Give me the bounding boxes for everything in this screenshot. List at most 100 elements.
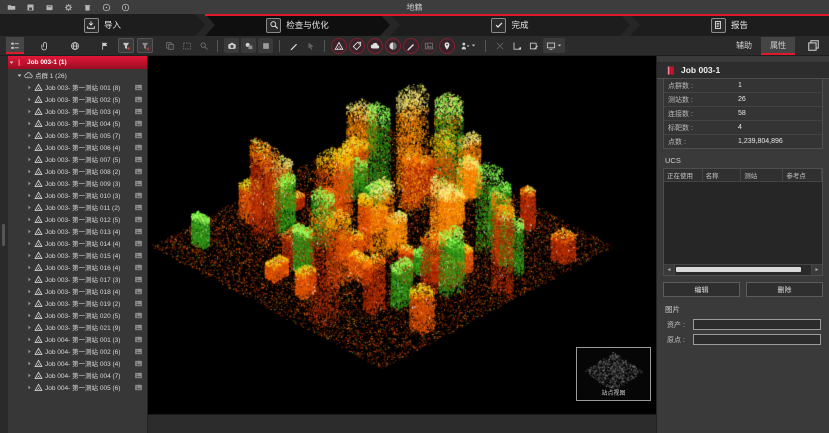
photo-thumb-icon[interactable] [133,287,143,296]
axes-icon[interactable] [509,38,524,53]
scrollbar-track[interactable] [675,265,811,275]
tree-caret-icon[interactable] [26,168,34,175]
scroll-left-icon[interactable]: ◄ [664,265,675,275]
user-view-icon[interactable] [457,38,479,53]
image-icon[interactable] [421,38,437,54]
tree-item-station-26[interactable]: Job 004- 第一测站 005 (6) [8,381,147,393]
photo-thumb-icon[interactable] [133,107,143,116]
cloud-icon[interactable] [367,38,383,54]
menu-save-icon[interactable] [25,2,35,12]
tree-item-point-group[interactable]: 点群 1 (26) [8,69,147,81]
tree-item-station-21[interactable]: Job 003- 第一测站 021 (9) [8,321,147,333]
tree-item-station-9[interactable]: Job 003- 第一测站 009 (3) [8,177,147,189]
tree-item-station-15[interactable]: Job 003- 第一测站 015 (4) [8,249,147,261]
tree-caret-icon[interactable] [26,108,34,115]
cut-icon[interactable] [492,38,507,53]
tree-item-station-25[interactable]: Job 004- 第一测站 004 (7) [8,369,147,381]
ucs-table-body[interactable] [664,182,822,264]
tree-item-station-16[interactable]: Job 003- 第一测站 016 (4) [8,261,147,273]
photo-thumb-icon[interactable] [133,143,143,152]
asset-input[interactable] [693,319,821,330]
layout-windows-button[interactable] [803,38,823,54]
menu-trash-icon[interactable] [82,2,92,12]
tree-item-station-6[interactable]: Job 003- 第一测站 006 (4) [8,141,147,153]
left-collapse-strip[interactable] [0,56,8,433]
ucs-column-header[interactable]: 参考点 [783,169,822,181]
tree-caret-icon[interactable] [26,192,34,199]
photo-thumb-icon[interactable] [133,131,143,140]
tree-item-station-13[interactable]: Job 003- 第一测站 013 (4) [8,225,147,237]
tree-caret-icon[interactable] [26,372,34,379]
tree-item-station-19[interactable]: Job 003- 第一测站 019 (2) [8,297,147,309]
tree-item-station-1[interactable]: Job 003- 第一测站 001 (8) [8,81,147,93]
menu-settings-gear-icon[interactable] [63,2,73,12]
tree-item-station-10[interactable]: Job 003- 第一测站 010 (3) [8,189,147,201]
panel-tab-辅助[interactable]: 辅助 [727,37,761,55]
photo-thumb-icon[interactable] [133,215,143,224]
tree-tab-flag-icon[interactable] [96,37,114,54]
tree-caret-icon[interactable] [26,348,34,355]
photo-thumb-icon[interactable] [133,167,143,176]
tree-item-station-18[interactable]: Job 003- 第一测站 018 (4) [8,285,147,297]
tree-item-station-24[interactable]: Job 004- 第一测站 003 (4) [8,357,147,369]
pick-cursor-icon[interactable] [303,38,318,53]
photo-thumb-icon[interactable] [133,359,143,368]
workflow-step-3[interactable]: 完成 [390,14,630,36]
photo-thumb-icon[interactable] [133,83,143,92]
tree-caret-icon[interactable] [26,144,34,151]
panel-resize-handle[interactable] [2,224,5,246]
shapes-icon[interactable] [241,38,256,53]
photo-thumb-icon[interactable] [133,383,143,392]
photo-thumb-icon[interactable] [133,191,143,200]
tree-caret-icon[interactable] [26,312,34,319]
tree-item-station-20[interactable]: Job 003- 第一测站 020 (5) [8,309,147,321]
tag-icon[interactable] [349,38,365,54]
ucs-delete-button[interactable]: 删除 [746,282,823,297]
tree-caret-icon[interactable] [26,276,34,283]
menu-help-icon[interactable] [101,2,111,12]
tree-caret-icon[interactable] [26,204,34,211]
location-pin-icon[interactable] [439,38,455,54]
tree-caret-icon[interactable] [26,288,34,295]
minimap[interactable]: 站点视图 [576,347,651,401]
tree-caret-icon[interactable] [26,384,34,391]
tree-caret-icon[interactable] [8,59,16,66]
ucs-horizontal-scrollbar[interactable]: ◄ ► [664,264,822,275]
filter-show-icon[interactable] [118,38,134,53]
tree-caret-icon[interactable] [26,240,34,247]
tree-caret-icon[interactable] [26,252,34,259]
origin-input[interactable] [693,334,821,345]
tree-item-station-17[interactable]: Job 003- 第一测站 017 (3) [8,273,147,285]
tree-item-station-11[interactable]: Job 003- 第一测站 011 (2) [8,201,147,213]
workflow-step-1[interactable]: 导入 [0,14,205,36]
display-mode-icon[interactable] [543,38,565,53]
tree-item-station-5[interactable]: Job 003- 第一测站 005 (7) [8,129,147,141]
photo-thumb-icon[interactable] [133,371,143,380]
rect-select-icon[interactable] [179,38,194,53]
3d-viewport[interactable]: 站点视图 [148,56,656,433]
photo-thumb-icon[interactable] [133,251,143,260]
cube-icon[interactable] [258,38,273,53]
tree-item-station-12[interactable]: Job 003- 第一测站 012 (5) [8,213,147,225]
tree-item-station-23[interactable]: Job 004- 第一测站 002 (6) [8,345,147,357]
ucs-column-header[interactable]: 正在使用 [664,169,703,181]
tree-item-job-root[interactable]: Job 003-1 (1) [8,56,147,69]
panel-tab-属性[interactable]: 属性 [761,37,795,55]
menu-archive-icon[interactable] [44,2,54,12]
tree-caret-icon[interactable] [26,228,34,235]
tree-item-station-3[interactable]: Job 003- 第一测站 003 (4) [8,105,147,117]
photo-thumb-icon[interactable] [133,335,143,344]
photo-thumb-icon[interactable] [133,311,143,320]
photo-thumb-icon[interactable] [133,347,143,356]
photo-thumb-icon[interactable] [133,323,143,332]
workflow-step-4[interactable]: 报告 [630,14,829,36]
tree-tab-attachment-icon[interactable] [36,37,54,54]
tree-caret-icon[interactable] [26,84,34,91]
ucs-column-header[interactable]: 名称 [703,169,742,181]
edit-image-icon[interactable] [526,38,541,53]
filter-hide-icon[interactable] [137,38,153,53]
measure-pen-icon[interactable] [286,38,301,53]
photo-thumb-icon[interactable] [133,203,143,212]
photo-thumb-icon[interactable] [133,239,143,248]
tree-caret-icon[interactable] [26,264,34,271]
